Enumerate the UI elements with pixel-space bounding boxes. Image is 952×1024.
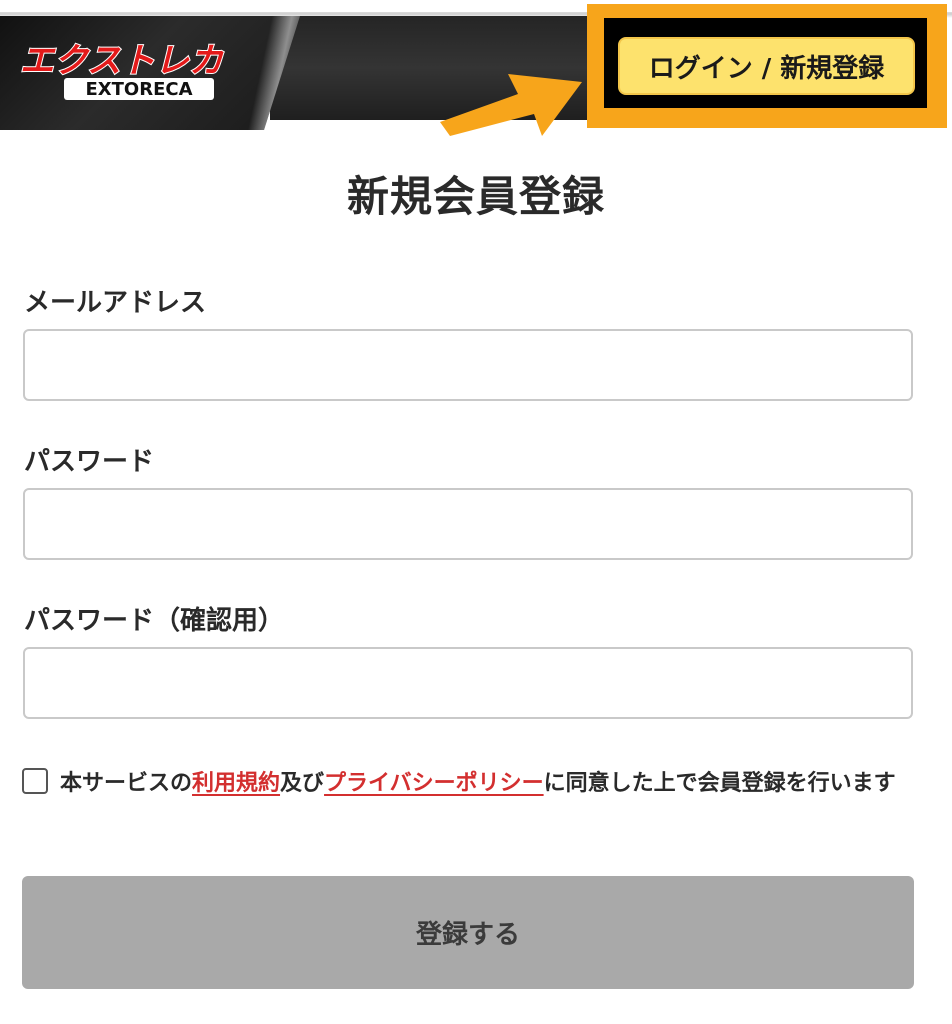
email-field[interactable] <box>23 329 913 401</box>
agreement-row: 本サービスの 利用規約 及び プライバシーポリシー に同意した上で会員登録を行い… <box>22 764 896 798</box>
agreement-middle: 及び <box>280 771 325 796</box>
register-submit-button[interactable]: 登録する <box>22 876 914 989</box>
register-submit-label: 登録する <box>415 920 520 950</box>
site-logo[interactable]: エクストレカ EXTORECA <box>12 34 272 104</box>
terms-link[interactable]: 利用規約 <box>192 765 280 797</box>
logo-text-jp: エクストレカ <box>20 41 224 81</box>
login-register-button[interactable]: ログイン / 新規登録 <box>618 37 915 95</box>
privacy-policy-link[interactable]: プライバシーポリシー <box>324 765 544 797</box>
agreement-suffix: に同意した上で会員登録を行います <box>543 771 896 796</box>
password-confirm-field[interactable] <box>23 647 913 719</box>
password-confirm-label: パスワード（確認用） <box>24 606 285 636</box>
password-label: パスワード <box>24 447 155 477</box>
arrow-pointer-icon <box>440 74 582 136</box>
agreement-prefix: 本サービスの <box>60 771 193 796</box>
page-title: 新規会員登録 <box>346 172 605 221</box>
login-register-label: ログイン / 新規登録 <box>648 53 885 84</box>
email-label: メールアドレス <box>24 288 207 318</box>
agreement-checkbox[interactable] <box>22 768 48 794</box>
password-field[interactable] <box>23 488 913 560</box>
logo-text-en: EXTORECA <box>85 79 192 100</box>
